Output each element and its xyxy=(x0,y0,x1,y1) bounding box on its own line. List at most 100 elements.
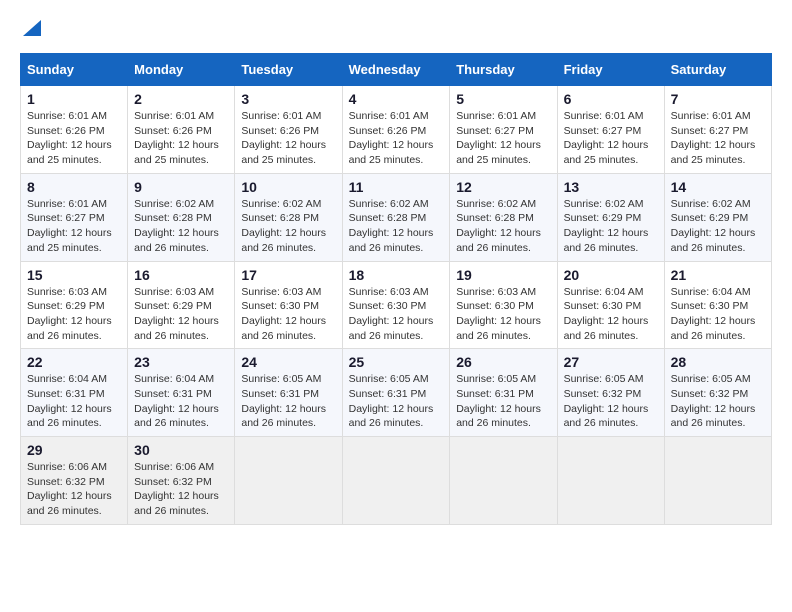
day-number: 27 xyxy=(564,354,658,370)
day-info: Sunrise: 6:05 AM Sunset: 6:31 PM Dayligh… xyxy=(241,372,335,431)
sunset-label: Sunset: 6:30 PM xyxy=(456,300,534,312)
daylight-label: Daylight: 12 hours and 25 minutes. xyxy=(241,139,326,166)
day-info: Sunrise: 6:02 AM Sunset: 6:29 PM Dayligh… xyxy=(671,197,765,256)
calendar-week-row: 1 Sunrise: 6:01 AM Sunset: 6:26 PM Dayli… xyxy=(21,86,772,174)
sunset-label: Sunset: 6:31 PM xyxy=(27,388,105,400)
daylight-label: Daylight: 12 hours and 26 minutes. xyxy=(134,490,219,517)
day-info: Sunrise: 6:02 AM Sunset: 6:29 PM Dayligh… xyxy=(564,197,658,256)
calendar-cell: 10 Sunrise: 6:02 AM Sunset: 6:28 PM Dayl… xyxy=(235,173,342,261)
sunrise-label: Sunrise: 6:03 AM xyxy=(134,286,214,298)
daylight-label: Daylight: 12 hours and 26 minutes. xyxy=(671,403,756,430)
calendar-cell: 14 Sunrise: 6:02 AM Sunset: 6:29 PM Dayl… xyxy=(664,173,771,261)
day-number: 17 xyxy=(241,267,335,283)
sunset-label: Sunset: 6:29 PM xyxy=(134,300,212,312)
sunrise-label: Sunrise: 6:05 AM xyxy=(671,373,751,385)
day-info: Sunrise: 6:03 AM Sunset: 6:30 PM Dayligh… xyxy=(349,285,444,344)
sunset-label: Sunset: 6:30 PM xyxy=(671,300,749,312)
daylight-label: Daylight: 12 hours and 26 minutes. xyxy=(564,227,649,254)
sunset-label: Sunset: 6:31 PM xyxy=(349,388,427,400)
day-info: Sunrise: 6:04 AM Sunset: 6:30 PM Dayligh… xyxy=(671,285,765,344)
calendar-day-header: Monday xyxy=(128,54,235,86)
sunset-label: Sunset: 6:28 PM xyxy=(241,212,319,224)
calendar-cell: 15 Sunrise: 6:03 AM Sunset: 6:29 PM Dayl… xyxy=(21,261,128,349)
sunrise-label: Sunrise: 6:05 AM xyxy=(564,373,644,385)
sunrise-label: Sunrise: 6:05 AM xyxy=(456,373,536,385)
day-number: 23 xyxy=(134,354,228,370)
daylight-label: Daylight: 12 hours and 26 minutes. xyxy=(456,403,541,430)
calendar-cell: 26 Sunrise: 6:05 AM Sunset: 6:31 PM Dayl… xyxy=(450,349,557,437)
day-info: Sunrise: 6:01 AM Sunset: 6:27 PM Dayligh… xyxy=(456,109,550,168)
sunrise-label: Sunrise: 6:01 AM xyxy=(349,110,429,122)
sunrise-label: Sunrise: 6:01 AM xyxy=(27,110,107,122)
calendar-week-row: 22 Sunrise: 6:04 AM Sunset: 6:31 PM Dayl… xyxy=(21,349,772,437)
day-number: 16 xyxy=(134,267,228,283)
daylight-label: Daylight: 12 hours and 26 minutes. xyxy=(241,227,326,254)
day-info: Sunrise: 6:05 AM Sunset: 6:31 PM Dayligh… xyxy=(349,372,444,431)
sunset-label: Sunset: 6:26 PM xyxy=(134,125,212,137)
day-info: Sunrise: 6:03 AM Sunset: 6:30 PM Dayligh… xyxy=(456,285,550,344)
day-info: Sunrise: 6:03 AM Sunset: 6:29 PM Dayligh… xyxy=(27,285,121,344)
day-number: 13 xyxy=(564,179,658,195)
calendar-day-header: Wednesday xyxy=(342,54,450,86)
sunrise-label: Sunrise: 6:01 AM xyxy=(134,110,214,122)
day-info: Sunrise: 6:04 AM Sunset: 6:31 PM Dayligh… xyxy=(27,372,121,431)
daylight-label: Daylight: 12 hours and 26 minutes. xyxy=(349,403,434,430)
calendar-week-row: 8 Sunrise: 6:01 AM Sunset: 6:27 PM Dayli… xyxy=(21,173,772,261)
logo xyxy=(20,20,41,41)
sunrise-label: Sunrise: 6:04 AM xyxy=(27,373,107,385)
calendar-cell xyxy=(235,437,342,525)
day-info: Sunrise: 6:05 AM Sunset: 6:32 PM Dayligh… xyxy=(564,372,658,431)
day-number: 24 xyxy=(241,354,335,370)
daylight-label: Daylight: 12 hours and 26 minutes. xyxy=(27,315,112,342)
daylight-label: Daylight: 12 hours and 25 minutes. xyxy=(27,227,112,254)
sunset-label: Sunset: 6:31 PM xyxy=(134,388,212,400)
day-info: Sunrise: 6:02 AM Sunset: 6:28 PM Dayligh… xyxy=(456,197,550,256)
sunrise-label: Sunrise: 6:02 AM xyxy=(456,198,536,210)
daylight-label: Daylight: 12 hours and 25 minutes. xyxy=(671,139,756,166)
sunset-label: Sunset: 6:31 PM xyxy=(241,388,319,400)
day-number: 3 xyxy=(241,91,335,107)
sunrise-label: Sunrise: 6:06 AM xyxy=(134,461,214,473)
daylight-label: Daylight: 12 hours and 26 minutes. xyxy=(564,403,649,430)
sunset-label: Sunset: 6:29 PM xyxy=(564,212,642,224)
daylight-label: Daylight: 12 hours and 26 minutes. xyxy=(349,227,434,254)
day-number: 1 xyxy=(27,91,121,107)
day-info: Sunrise: 6:06 AM Sunset: 6:32 PM Dayligh… xyxy=(27,460,121,519)
day-info: Sunrise: 6:05 AM Sunset: 6:31 PM Dayligh… xyxy=(456,372,550,431)
sunrise-label: Sunrise: 6:03 AM xyxy=(456,286,536,298)
calendar-cell: 21 Sunrise: 6:04 AM Sunset: 6:30 PM Dayl… xyxy=(664,261,771,349)
sunset-label: Sunset: 6:31 PM xyxy=(456,388,534,400)
day-number: 22 xyxy=(27,354,121,370)
day-info: Sunrise: 6:01 AM Sunset: 6:26 PM Dayligh… xyxy=(241,109,335,168)
calendar-body: 1 Sunrise: 6:01 AM Sunset: 6:26 PM Dayli… xyxy=(21,86,772,525)
day-info: Sunrise: 6:01 AM Sunset: 6:26 PM Dayligh… xyxy=(134,109,228,168)
calendar-cell: 9 Sunrise: 6:02 AM Sunset: 6:28 PM Dayli… xyxy=(128,173,235,261)
sunrise-label: Sunrise: 6:03 AM xyxy=(27,286,107,298)
calendar-table: SundayMondayTuesdayWednesdayThursdayFrid… xyxy=(20,53,772,525)
calendar-cell: 28 Sunrise: 6:05 AM Sunset: 6:32 PM Dayl… xyxy=(664,349,771,437)
calendar-cell: 29 Sunrise: 6:06 AM Sunset: 6:32 PM Dayl… xyxy=(21,437,128,525)
daylight-label: Daylight: 12 hours and 26 minutes. xyxy=(564,315,649,342)
calendar-cell: 18 Sunrise: 6:03 AM Sunset: 6:30 PM Dayl… xyxy=(342,261,450,349)
day-number: 21 xyxy=(671,267,765,283)
calendar-cell: 27 Sunrise: 6:05 AM Sunset: 6:32 PM Dayl… xyxy=(557,349,664,437)
sunrise-label: Sunrise: 6:04 AM xyxy=(134,373,214,385)
sunset-label: Sunset: 6:26 PM xyxy=(349,125,427,137)
day-info: Sunrise: 6:01 AM Sunset: 6:26 PM Dayligh… xyxy=(349,109,444,168)
daylight-label: Daylight: 12 hours and 25 minutes. xyxy=(349,139,434,166)
sunrise-label: Sunrise: 6:01 AM xyxy=(241,110,321,122)
sunset-label: Sunset: 6:26 PM xyxy=(27,125,105,137)
day-info: Sunrise: 6:02 AM Sunset: 6:28 PM Dayligh… xyxy=(349,197,444,256)
calendar-cell: 13 Sunrise: 6:02 AM Sunset: 6:29 PM Dayl… xyxy=(557,173,664,261)
calendar-cell: 1 Sunrise: 6:01 AM Sunset: 6:26 PM Dayli… xyxy=(21,86,128,174)
calendar-day-header: Saturday xyxy=(664,54,771,86)
sunrise-label: Sunrise: 6:02 AM xyxy=(671,198,751,210)
calendar-cell: 4 Sunrise: 6:01 AM Sunset: 6:26 PM Dayli… xyxy=(342,86,450,174)
daylight-label: Daylight: 12 hours and 26 minutes. xyxy=(241,403,326,430)
calendar-cell: 24 Sunrise: 6:05 AM Sunset: 6:31 PM Dayl… xyxy=(235,349,342,437)
calendar-cell: 12 Sunrise: 6:02 AM Sunset: 6:28 PM Dayl… xyxy=(450,173,557,261)
day-number: 30 xyxy=(134,442,228,458)
calendar-cell xyxy=(450,437,557,525)
calendar-cell: 20 Sunrise: 6:04 AM Sunset: 6:30 PM Dayl… xyxy=(557,261,664,349)
sunrise-label: Sunrise: 6:05 AM xyxy=(241,373,321,385)
